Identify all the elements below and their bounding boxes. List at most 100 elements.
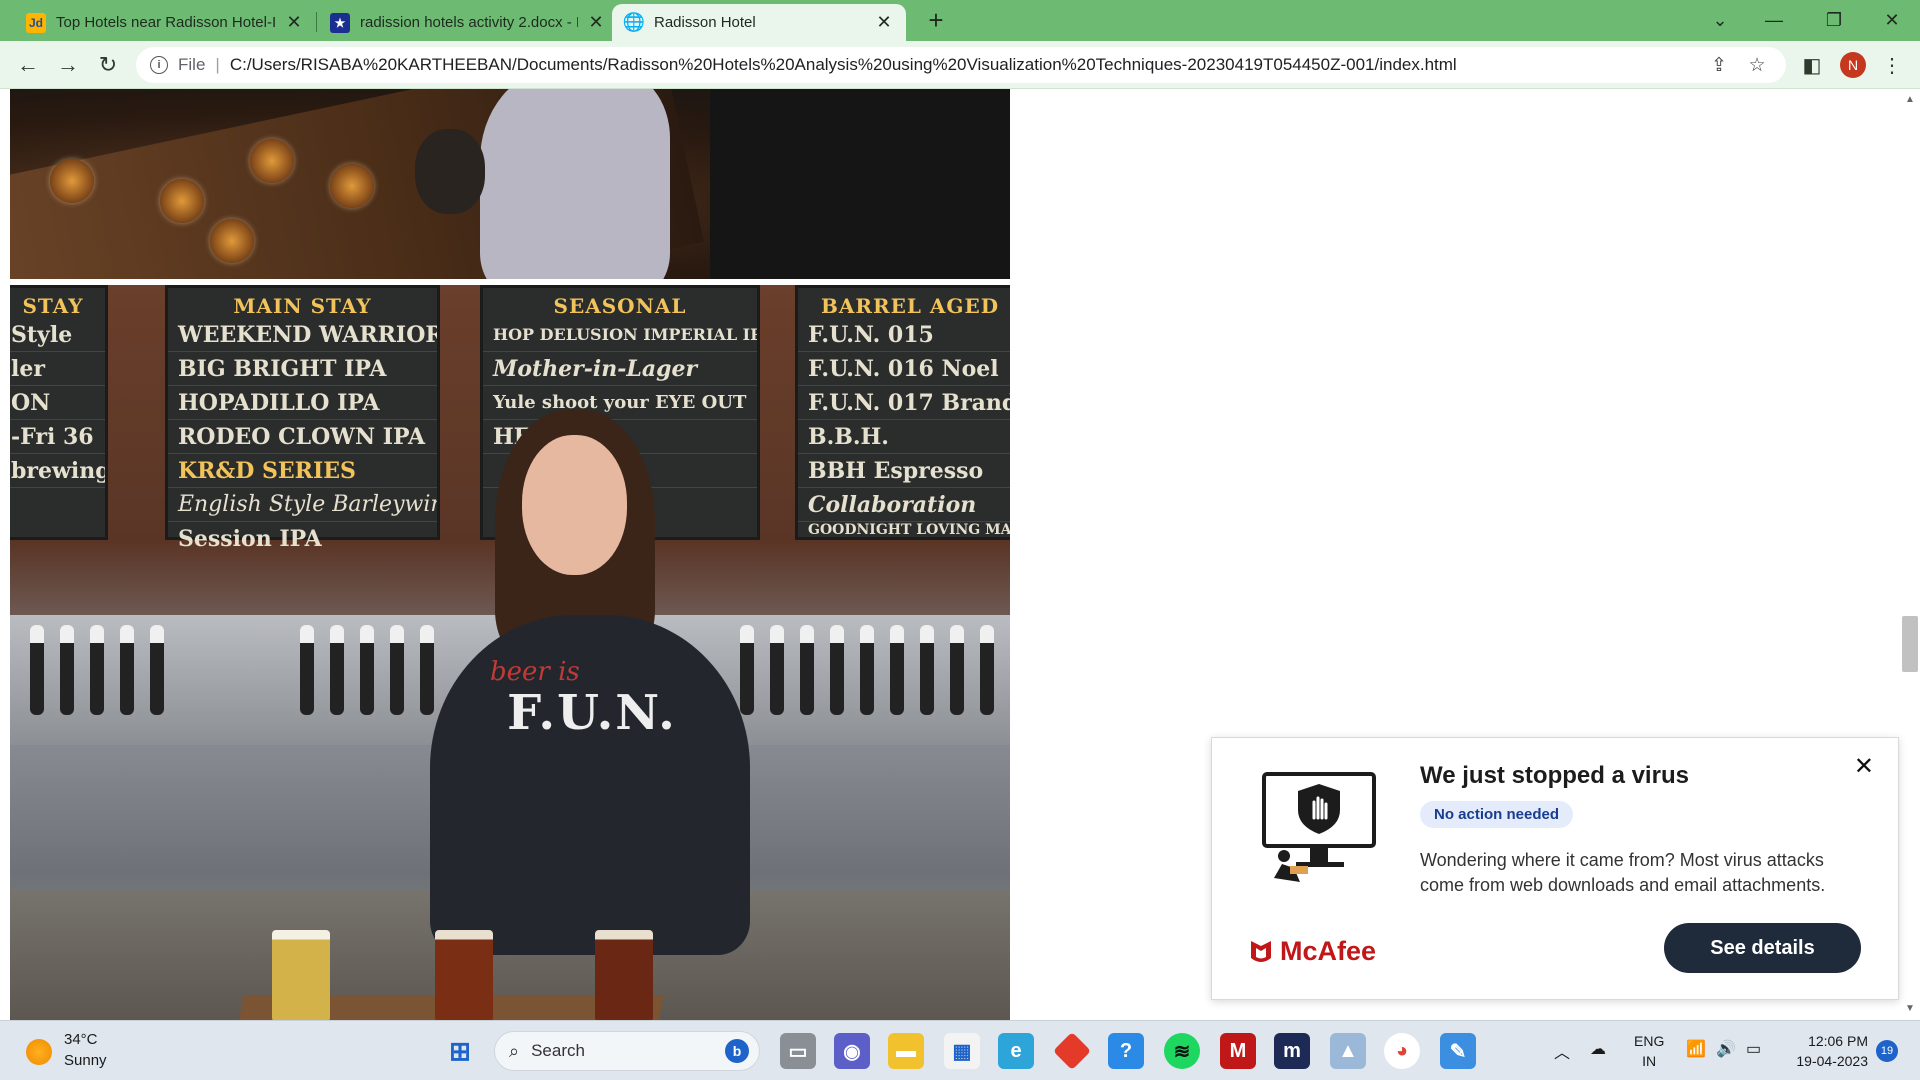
weather-description[interactable]: Sunny — [64, 1052, 107, 1069]
board-row: KR&D SERIES — [168, 454, 437, 488]
mcafee-notification: ✕ We just stopped a virus No action need… — [1211, 737, 1899, 1000]
photo-glass — [160, 179, 204, 223]
shirt-script-text: beer is — [490, 657, 580, 687]
wifi-icon[interactable]: 📶 — [1686, 1039, 1706, 1059]
chevron-up-icon[interactable]: ︿ — [1554, 1039, 1570, 1063]
restore-button[interactable]: ❐ — [1806, 0, 1862, 41]
windows-start-icon[interactable]: ⊞ — [442, 1033, 478, 1069]
speaker-icon[interactable]: 🔊 — [1716, 1039, 1736, 1059]
photo-person-shirt — [480, 89, 670, 279]
close-icon[interactable]: ✕ — [586, 12, 606, 33]
brewery-bartender-photo: STAY Style ler ON -Fri 36 brewing MAIN S… — [10, 285, 1010, 1020]
beer-glass — [435, 930, 493, 1020]
onedrive-icon[interactable]: ☁ — [1590, 1039, 1606, 1059]
board-row: ler — [10, 352, 105, 386]
back-arrow-icon[interactable]: ← — [12, 49, 44, 81]
notification-count-badge[interactable]: 19 — [1876, 1040, 1898, 1062]
minimize-button[interactable]: — — [1746, 0, 1802, 41]
board-header: BARREL AGED — [820, 294, 1000, 318]
see-details-button[interactable]: See details — [1664, 923, 1861, 973]
tap-handle — [360, 625, 374, 715]
share-icon[interactable]: ⇪ — [1704, 47, 1734, 83]
photos-icon[interactable]: ▲ — [1330, 1033, 1366, 1069]
forward-arrow-icon[interactable]: → — [52, 49, 84, 81]
menu-kebab-icon[interactable]: ⋮ — [1876, 49, 1908, 81]
url-text[interactable]: C:/Users/RISABA%20KARTHEEBAN/Documents/R… — [230, 55, 1457, 75]
board-row: Mother-in-Lager — [483, 352, 757, 386]
url-scheme: File — [178, 55, 206, 74]
tab-search-chevron-icon[interactable]: ⌄ — [1692, 0, 1748, 41]
chrome-icon[interactable]: ◕ — [1384, 1033, 1420, 1069]
battery-icon[interactable]: ▭ — [1746, 1039, 1761, 1059]
tap-handle — [800, 625, 814, 715]
mcafee-taskbar-icon[interactable]: M — [1220, 1033, 1256, 1069]
anydesk-icon[interactable] — [1052, 1031, 1092, 1071]
file-explorer-icon[interactable]: ▬ — [888, 1033, 924, 1069]
globe-icon: 🌐 — [622, 12, 646, 32]
board-row: BIG BRIGHT IPA — [168, 352, 437, 386]
scroll-down-icon[interactable]: ▼ — [1903, 1002, 1917, 1016]
board-row: brewing — [10, 454, 105, 488]
app-icon[interactable]: m — [1274, 1033, 1310, 1069]
tap-handle — [740, 625, 754, 715]
tap-handle — [950, 625, 964, 715]
sun-icon[interactable] — [26, 1039, 52, 1065]
new-tab-button[interactable]: + — [922, 6, 950, 34]
board-row: Session IPA — [168, 522, 437, 556]
board-row: Collaboration — [798, 488, 1010, 522]
tap-handle — [150, 625, 164, 715]
board-row: F.U.N. 015 — [798, 318, 1010, 352]
microsoft-store-icon[interactable]: ▦ — [944, 1033, 980, 1069]
board-row: -Fri 36 — [10, 420, 105, 454]
paint-icon[interactable]: ✎ — [1440, 1033, 1476, 1069]
tab-docx[interactable]: ★ radission hotels activity 2.docx - I ✕ — [318, 4, 618, 41]
bookmark-star-icon[interactable]: ☆ — [1742, 47, 1772, 83]
close-icon[interactable]: ✕ — [874, 12, 894, 33]
vertical-scrollbar[interactable] — [1900, 89, 1920, 1020]
board-row: ON — [10, 386, 105, 420]
tap-handle — [980, 625, 994, 715]
browser-toolbar: ← → ↻ i File | C:/Users/RISABA%20KARTHEE… — [0, 41, 1920, 89]
spotify-icon[interactable]: ≋ — [1164, 1033, 1200, 1069]
tab-justdial[interactable]: Jd Top Hotels near Radisson Hotel-I ✕ — [14, 4, 316, 41]
tab-radisson-hotel[interactable]: 🌐 Radisson Hotel ✕ — [612, 4, 906, 41]
reload-icon[interactable]: ↻ — [92, 49, 124, 81]
tap-handle — [860, 625, 874, 715]
system-clock[interactable]: 12:06 PM 19-04-2023 — [1786, 1031, 1868, 1071]
photo-glass — [250, 139, 294, 183]
side-panel-icon[interactable]: ◧ — [1796, 49, 1828, 81]
close-icon[interactable]: ✕ — [1854, 752, 1874, 781]
close-window-button[interactable]: ✕ — [1864, 0, 1920, 41]
help-icon[interactable]: ? — [1108, 1033, 1144, 1069]
address-bar[interactable]: i File | C:/Users/RISABA%20KARTHEEBAN/Do… — [136, 47, 1786, 83]
status-badge: No action needed — [1420, 801, 1574, 828]
bing-icon[interactable]: b — [725, 1039, 749, 1063]
shield-monitor-icon — [1262, 772, 1376, 882]
beer-board: MAIN STAY WEEKEND WARRIOR Pale Ale BIG B… — [165, 285, 440, 556]
beer-glass — [595, 930, 653, 1020]
taskbar-search[interactable]: ⌕ Search b — [494, 1031, 760, 1071]
close-icon[interactable]: ✕ — [284, 12, 304, 33]
shirt-text: F.U.N. — [507, 685, 677, 741]
mcafee-brand-text: McAfee — [1280, 936, 1377, 966]
tab-separator — [316, 12, 317, 32]
weather-temperature[interactable]: 34°C — [64, 1031, 98, 1048]
scrollbar-thumb[interactable] — [1902, 616, 1918, 672]
tap-handle — [120, 625, 134, 715]
board-row: WEEKEND WARRIOR Pale Ale — [168, 318, 437, 352]
info-icon[interactable]: i — [150, 56, 168, 74]
tap-handle — [920, 625, 934, 715]
board-row: B.B.H. — [798, 420, 1010, 454]
search-label: Search — [531, 1041, 585, 1060]
edge-browser-icon[interactable]: e — [998, 1033, 1034, 1069]
tap-handle — [890, 625, 904, 715]
scroll-up-icon[interactable]: ▲ — [1903, 93, 1917, 107]
board-row: F.U.N. 017 Brandy — [798, 386, 1010, 420]
language-indicator[interactable]: ENG IN — [1634, 1031, 1664, 1071]
tap-handle — [830, 625, 844, 715]
region-code: IN — [1642, 1053, 1657, 1069]
justdial-favicon-icon: Jd — [26, 12, 46, 33]
task-view-icon[interactable]: ▭ — [780, 1033, 816, 1069]
teams-chat-icon[interactable]: ◉ — [834, 1033, 870, 1069]
profile-avatar[interactable]: N — [1840, 52, 1866, 78]
